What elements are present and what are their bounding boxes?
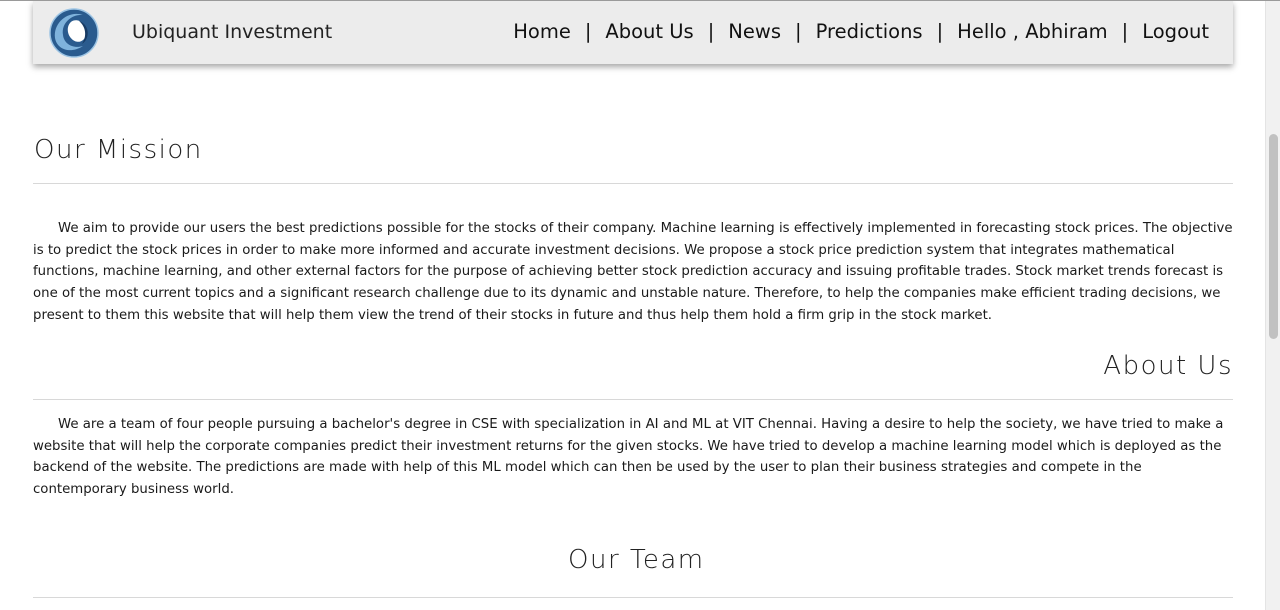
mission-text: We aim to provide our users the best pre… [33, 221, 1233, 323]
nav-separator: | [1121, 20, 1129, 43]
nav-user-greeting[interactable]: Hello , Abhiram [957, 20, 1107, 43]
navbar: Ubiquant Investment Home | About Us | Ne… [33, 1, 1233, 64]
nav-predictions[interactable]: Predictions [816, 20, 923, 43]
scrollbar-thumb[interactable] [1269, 134, 1278, 339]
brand-name[interactable]: Ubiquant Investment [132, 21, 332, 43]
ubiquant-logo-icon[interactable] [49, 8, 99, 58]
about-divider [33, 399, 1233, 400]
nav-news[interactable]: News [728, 20, 781, 43]
nav-separator: | [794, 20, 802, 43]
page: Ubiquant Investment Home | About Us | Ne… [0, 0, 1280, 610]
team-divider [33, 597, 1233, 598]
about-text: We are a team of four people pursuing a … [33, 417, 1224, 498]
nav-logout[interactable]: Logout [1142, 20, 1209, 43]
team-heading: Our Team [568, 545, 705, 575]
nav-separator: | [707, 20, 715, 43]
nav-menu: Home | About Us | News | Predictions | H… [513, 20, 1209, 43]
mission-heading: Our Mission [34, 135, 203, 165]
nav-separator: | [584, 20, 592, 43]
nav-separator: | [936, 20, 944, 43]
vertical-scrollbar[interactable] [1265, 1, 1280, 610]
mission-divider [33, 183, 1233, 184]
about-heading: About Us [1103, 351, 1233, 381]
nav-home[interactable]: Home [513, 20, 571, 43]
nav-about-us[interactable]: About Us [605, 20, 693, 43]
